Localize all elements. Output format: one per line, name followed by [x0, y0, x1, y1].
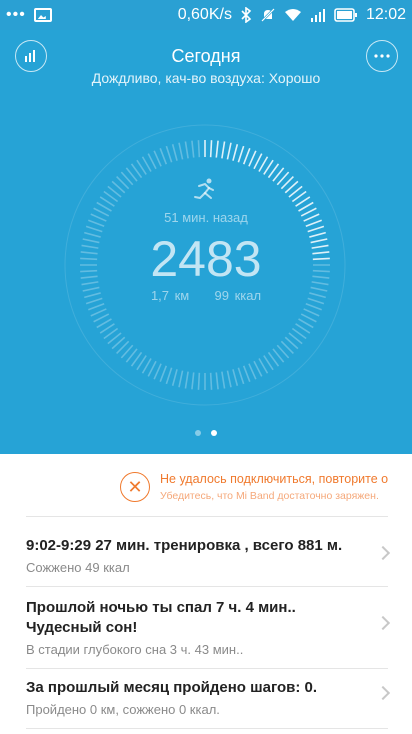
card-subtitle: Сожжено 49 ккал: [26, 560, 130, 575]
progress-tick: [153, 150, 162, 167]
progress-tick: [215, 372, 219, 390]
battery-icon: [334, 8, 357, 22]
progress-tick: [300, 313, 317, 323]
wifi-icon: [284, 9, 301, 21]
page-title: Сегодня: [171, 46, 241, 66]
progress-tick: [147, 153, 157, 170]
card-subtitle: В стадии глубокого сна 3 ч. 43 мин..: [26, 642, 244, 657]
progress-tick: [209, 140, 213, 158]
progress-tick: [88, 302, 105, 311]
bluetooth-icon: [241, 7, 252, 23]
weather-subtitle: Дождливо, кач-во воздуха: Хорошо: [91, 70, 321, 86]
progress-tick: [215, 140, 219, 158]
error-title: Не удалось подключиться, повторите о: [160, 472, 389, 486]
progress-tick: [197, 140, 201, 158]
card-title: Прошлой ночью ты спал 7 ч. 4 мин.. Чудес…: [26, 599, 296, 636]
image-icon: [33, 8, 52, 22]
progress-tick: [237, 145, 245, 163]
progress-tick: [253, 360, 263, 377]
card-title: За прошлый месяц пройдено шагов: 0.: [26, 679, 318, 696]
divider: [26, 668, 388, 669]
distance-calories: 1,7 км 99 ккал: [0, 288, 412, 303]
page-indicator: [0, 430, 412, 436]
progress-tick: [209, 372, 213, 390]
progress-tick: [248, 363, 257, 380]
monthly-steps-card[interactable]: За прошлый месяц пройдено шагов: 0. Прой…: [26, 678, 391, 724]
progress-tick: [237, 367, 245, 385]
progress-tick: [184, 371, 189, 389]
card-subtitle: Пройдено 0 км, сожжено 0 ккал.: [26, 702, 220, 717]
progress-tick: [93, 313, 110, 323]
progress-tick: [178, 142, 184, 160]
more-button[interactable]: [366, 40, 398, 72]
connection-error-banner[interactable]: ✕ Не удалось подключиться, повторите о У…: [0, 462, 412, 514]
error-close-icon[interactable]: ✕: [120, 472, 150, 502]
divider: [26, 586, 388, 587]
progress-tick: [226, 370, 232, 388]
signal-icon: [310, 9, 325, 22]
progress-tick: [184, 141, 189, 159]
divider: [26, 516, 388, 517]
progress-tick: [253, 153, 263, 170]
progress-tick: [147, 360, 157, 377]
progress-tick: [165, 367, 173, 385]
progress-tick: [178, 370, 184, 388]
progress-tick: [165, 145, 173, 163]
running-icon: [194, 178, 214, 200]
progress-tick: [232, 144, 239, 161]
progress-tick: [90, 308, 107, 317]
progress-tick: [221, 141, 226, 159]
network-speed: 0,60K/s: [177, 6, 232, 23]
progress-tick: [232, 369, 239, 386]
progress-tick: [221, 371, 226, 389]
progress-tick: [305, 302, 322, 311]
progress-tick: [171, 369, 178, 386]
progress-tick: [171, 144, 178, 161]
divider: [26, 728, 388, 729]
progress-tick: [191, 372, 195, 390]
status-bar: ••• 0,60K/s 12:02: [0, 0, 412, 30]
clock: 12:02: [365, 6, 406, 23]
progress-tick: [159, 148, 168, 165]
last-sync-time: 51 мин. назад: [164, 210, 248, 225]
progress-tick: [303, 308, 320, 317]
distance-value: 1,7 км: [150, 288, 190, 303]
progress-tick: [226, 142, 232, 160]
progress-tick: [159, 365, 168, 382]
mute-icon: [261, 8, 275, 22]
page-dot[interactable]: [195, 430, 201, 436]
calories-value: 99 ккал: [214, 288, 262, 303]
progress-tick: [242, 148, 251, 165]
progress-tick: [248, 150, 257, 167]
error-subtitle: Убедитесь, что Mi Band достаточно заряже…: [160, 490, 379, 502]
workout-card[interactable]: 9:02-9:29 27 мин. тренировка , всего 881…: [26, 536, 391, 586]
activity-panel: Сегодня Дождливо, кач-во воздуха: Хорошо…: [0, 30, 412, 454]
step-count: 2483: [150, 231, 262, 287]
card-title: 9:02-9:29 27 мин. тренировка , всего 881…: [26, 537, 343, 554]
page-dot-active[interactable]: [211, 430, 217, 436]
progress-tick: [242, 365, 251, 382]
sleep-card[interactable]: Прошлой ночью ты спал 7 ч. 4 мин.. Чудес…: [26, 598, 391, 662]
notification-dots-icon: •••: [6, 6, 26, 23]
progress-tick: [191, 140, 195, 158]
more-icon: [374, 54, 390, 58]
progress-tick: [153, 363, 162, 380]
progress-tick: [197, 372, 201, 390]
